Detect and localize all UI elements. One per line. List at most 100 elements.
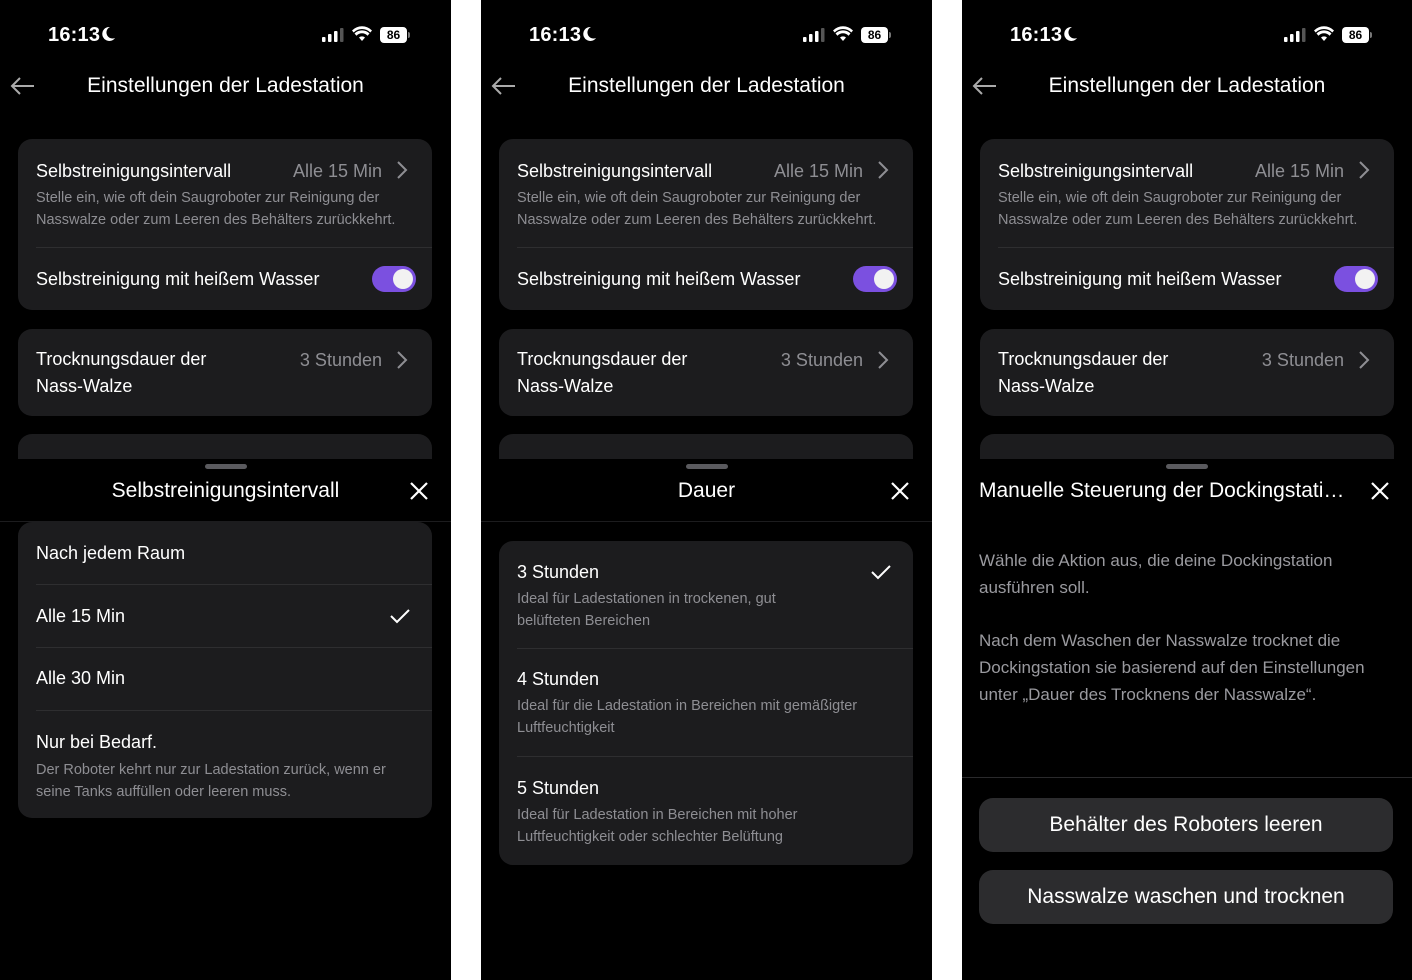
option-description: Ideal für Ladestationen in trockenen, gu… <box>517 591 776 629</box>
drying-value: 3 Stunden <box>780 350 863 370</box>
signal-icon <box>322 28 344 42</box>
interval-label: Selbstreinigungsintervall <box>517 161 713 181</box>
interval-description: Stelle ein, wie oft dein Saugroboter zur… <box>517 190 877 228</box>
wash-dry-roller-button[interactable]: Nasswalze waschen und trocknen <box>979 870 1393 924</box>
signal-icon <box>1284 28 1306 42</box>
drying-duration-row[interactable]: Trocknungsdauer der Nass-Walze 3 Stunden <box>18 329 432 416</box>
page-title: Einstellungen der Ladestation <box>568 74 845 97</box>
hot-water-label: Selbstreinigung mit heißem Wasser <box>998 269 1282 289</box>
option-label: Alle 30 Min <box>36 668 126 688</box>
bottom-sheet-manual-control: Manuelle Steuerung der Dockingstati… Wäh… <box>962 459 1412 980</box>
sheet-title: Selbstreinigungsintervall <box>111 479 340 502</box>
phone-screen-manual-control: 16:13 86 Einstellungen der Ladestation S… <box>962 0 1412 980</box>
option-alle-15-min[interactable]: Alle 15 Min <box>18 585 432 647</box>
drying-value: 3 Stunden <box>1261 350 1344 370</box>
empty-robot-bin-button[interactable]: Behälter des Roboters leeren <box>979 798 1393 852</box>
chevron-right-icon <box>1359 161 1370 179</box>
hot-water-toggle[interactable] <box>853 266 897 292</box>
interval-options-list: Nach jedem Raum Alle 15 Min Alle 30 Min … <box>18 522 432 818</box>
signal-icon <box>803 28 825 42</box>
interval-label: Selbstreinigungsintervall <box>998 161 1194 181</box>
hot-water-row: Selbstreinigung mit heißem Wasser <box>980 248 1394 310</box>
hot-water-toggle[interactable] <box>1334 266 1378 292</box>
settings-card-cleaning: Selbstreinigungsintervall Alle 15 Min St… <box>499 139 913 310</box>
sheet-handle[interactable] <box>685 464 728 469</box>
checkmark-icon <box>871 565 891 580</box>
close-icon[interactable] <box>409 481 429 501</box>
status-time: 16:13 <box>1010 24 1063 46</box>
option-description: Ideal für die Ladestation in Bereichen m… <box>517 698 858 736</box>
option-5-stunden[interactable]: 5 Stunden Ideal für Ladestation in Berei… <box>499 757 913 864</box>
hot-water-row: Selbstreinigung mit heißem Wasser <box>18 248 432 310</box>
option-label: 4 Stunden <box>517 669 600 689</box>
hot-water-row: Selbstreinigung mit heißem Wasser <box>499 248 913 310</box>
drying-label-line2: Nass-Walze <box>517 376 614 396</box>
option-label: 3 Stunden <box>517 562 600 582</box>
interval-value: Alle 15 Min <box>773 161 863 181</box>
interval-value: Alle 15 Min <box>292 161 382 181</box>
phone-screen-interval: 16:13 86 Einstellungen der Ladestation S… <box>0 0 451 980</box>
interval-description: Stelle ein, wie oft dein Saugroboter zur… <box>36 190 396 228</box>
chevron-right-icon <box>878 351 889 369</box>
option-nur-bei-bedarf[interactable]: Nur bei Bedarf. Der Roboter kehrt nur zu… <box>18 711 432 818</box>
option-label: Nur bei Bedarf. <box>36 732 158 752</box>
status-bar: 16:13 86 <box>481 22 932 50</box>
close-icon[interactable] <box>1370 481 1390 501</box>
battery-icon: 86 <box>380 27 410 43</box>
option-description: Der Roboter kehrt nur zur Ladestation zu… <box>36 762 386 800</box>
wifi-icon <box>833 26 853 41</box>
interval-row[interactable]: Selbstreinigungsintervall Alle 15 Min St… <box>18 139 432 247</box>
battery-icon: 86 <box>861 27 891 43</box>
settings-card-cleaning: Selbstreinigungsintervall Alle 15 Min St… <box>980 139 1394 310</box>
drying-label-line2: Nass-Walze <box>998 376 1095 396</box>
drying-label-line2: Nass-Walze <box>36 376 133 396</box>
interval-row[interactable]: Selbstreinigungsintervall Alle 15 Min St… <box>499 139 913 247</box>
drying-duration-row[interactable]: Trocknungsdauer der Nass-Walze 3 Stunden <box>499 329 913 416</box>
chevron-right-icon <box>1359 351 1370 369</box>
option-description: Ideal für Ladestation in Bereichen mit h… <box>517 807 798 845</box>
bottom-sheet-duration: Dauer 3 Stunden Ideal für Ladestationen … <box>481 459 932 980</box>
sheet-instruction-text: Wähle die Aktion aus, die deine Dockings… <box>979 551 1333 597</box>
sheet-title: Dauer <box>677 479 736 502</box>
moon-icon <box>102 26 115 41</box>
duration-options-list: 3 Stunden Ideal für Ladestationen in tro… <box>499 541 913 865</box>
sheet-title: Manuelle Steuerung der Dockingstati… <box>979 479 1345 502</box>
drying-value: 3 Stunden <box>299 350 382 370</box>
moon-icon <box>583 26 596 41</box>
option-nach-jedem-raum[interactable]: Nach jedem Raum <box>18 522 432 584</box>
wifi-icon <box>352 26 372 41</box>
option-4-stunden[interactable]: 4 Stunden Ideal für die Ladestation in B… <box>499 649 913 756</box>
drying-label-line1: Trocknungsdauer der <box>998 349 1169 369</box>
option-alle-30-min[interactable]: Alle 30 Min <box>18 648 432 710</box>
chevron-right-icon <box>397 161 408 179</box>
sheet-info-text: Nach dem Waschen der Nasswalze trocknet … <box>979 631 1365 704</box>
drying-label-line1: Trocknungsdauer der <box>36 349 207 369</box>
option-label: Alle 15 Min <box>36 606 126 626</box>
status-time: 16:13 <box>529 24 582 46</box>
option-label: Nach jedem Raum <box>36 543 186 563</box>
moon-icon <box>1064 26 1077 41</box>
close-icon[interactable] <box>890 481 910 501</box>
chevron-right-icon <box>878 161 889 179</box>
interval-label: Selbstreinigungsintervall <box>36 161 232 181</box>
interval-description: Stelle ein, wie oft dein Saugroboter zur… <box>998 190 1358 228</box>
interval-value: Alle 15 Min <box>1254 161 1344 181</box>
hot-water-toggle[interactable] <box>372 266 416 292</box>
hot-water-label: Selbstreinigung mit heißem Wasser <box>36 269 320 289</box>
drying-label-line1: Trocknungsdauer der <box>517 349 688 369</box>
chevron-right-icon <box>397 351 408 369</box>
sheet-handle[interactable] <box>1166 464 1208 469</box>
page-title: Einstellungen der Ladestation <box>1048 74 1326 97</box>
bottom-sheet-interval: Selbstreinigungsintervall Nach jedem Rau… <box>0 459 451 980</box>
drying-duration-row[interactable]: Trocknungsdauer der Nass-Walze 3 Stunden <box>980 329 1394 416</box>
status-time: 16:13 <box>48 24 101 46</box>
battery-icon: 86 <box>1342 27 1372 43</box>
hot-water-label: Selbstreinigung mit heißem Wasser <box>517 269 801 289</box>
option-3-stunden[interactable]: 3 Stunden Ideal für Ladestationen in tro… <box>499 541 913 648</box>
status-bar: 16:13 86 <box>0 22 451 50</box>
sheet-handle[interactable] <box>204 464 247 469</box>
settings-card-cleaning: Selbstreinigungsintervall Alle 15 Min St… <box>18 139 432 310</box>
interval-row[interactable]: Selbstreinigungsintervall Alle 15 Min St… <box>980 139 1394 247</box>
page-title: Einstellungen der Ladestation <box>87 74 364 97</box>
status-bar: 16:13 86 <box>962 22 1412 50</box>
